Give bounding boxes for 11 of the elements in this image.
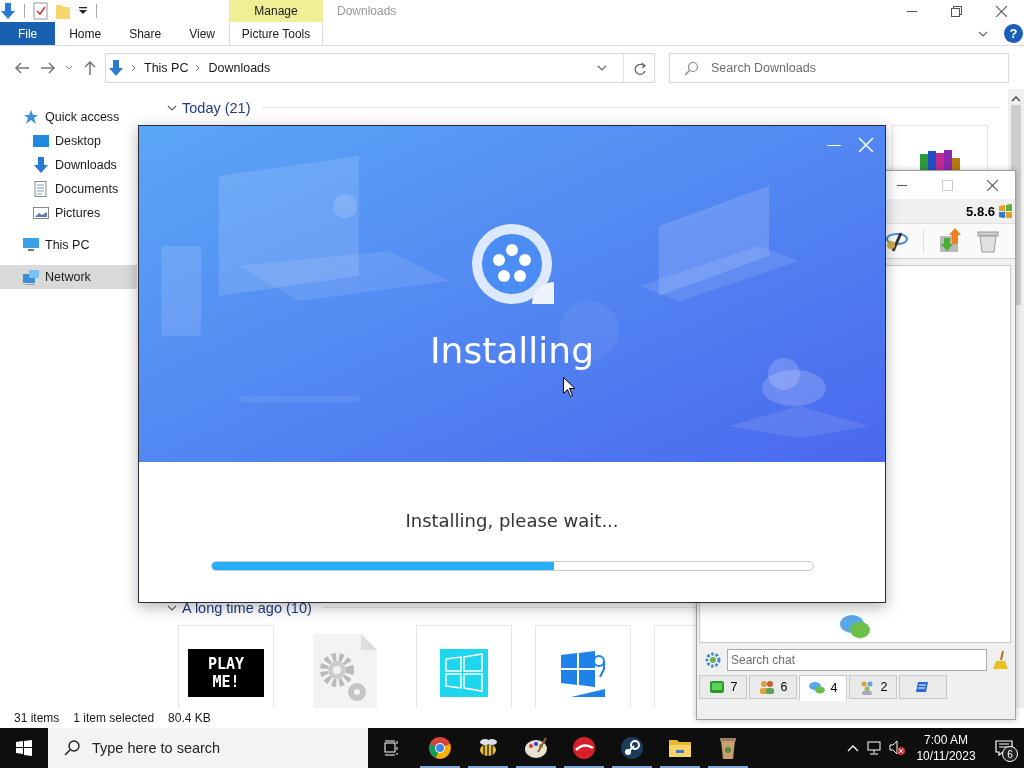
status-message: Installing, please wait... <box>404 510 620 531</box>
search-placeholder: Search Downloads <box>711 61 816 75</box>
file-size: 80.4 KB <box>168 711 211 725</box>
notification-badge: 6 <box>1002 746 1018 762</box>
window-title: Downloads <box>336 3 398 20</box>
installer-heading: Installing <box>429 330 594 371</box>
version-label: 5.8.6 <box>966 203 995 219</box>
item-count: 31 items <box>14 711 60 725</box>
thumbnail-text: PLAY ME! <box>188 648 264 697</box>
context-group-label: Manage <box>229 0 323 22</box>
selection-info: 1 item selected <box>73 711 155 725</box>
